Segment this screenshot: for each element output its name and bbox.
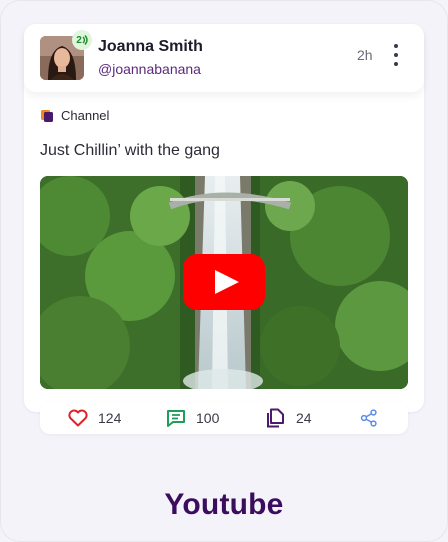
comment-button[interactable]: 100 bbox=[166, 408, 219, 428]
post-time: 2h bbox=[357, 47, 373, 63]
author-name[interactable]: Joanna Smith bbox=[98, 38, 203, 56]
status-badge: 2 bbox=[72, 30, 92, 50]
copy-icon bbox=[267, 408, 284, 428]
post-header: 2 Joanna Smith @joannabanana 2h bbox=[24, 24, 424, 92]
copy-button[interactable]: 24 bbox=[266, 408, 312, 428]
channel-icon bbox=[41, 109, 53, 122]
author-handle[interactable]: @joannabanana bbox=[98, 61, 201, 77]
platform-title: Youtube bbox=[164, 488, 284, 521]
like-count: 124 bbox=[98, 410, 122, 426]
action-bar: 124 100 24 bbox=[40, 402, 408, 434]
share-icon bbox=[360, 409, 377, 427]
comment-icon bbox=[167, 410, 185, 427]
heart-icon bbox=[68, 409, 88, 427]
post-card: 2 Joanna Smith @joannabanana 2h Channel … bbox=[24, 24, 424, 412]
post-text: Just Chillin’ with the gang bbox=[40, 142, 220, 159]
comment-count: 100 bbox=[196, 410, 220, 426]
copy-count: 24 bbox=[296, 410, 312, 426]
wave-icon bbox=[82, 35, 88, 45]
like-button[interactable]: 124 bbox=[68, 408, 121, 428]
video-thumbnail[interactable] bbox=[40, 176, 408, 389]
share-button[interactable] bbox=[360, 408, 378, 428]
channel-tag[interactable]: Channel bbox=[40, 108, 109, 123]
channel-label: Channel bbox=[61, 108, 110, 123]
youtube-play-icon[interactable] bbox=[183, 254, 265, 310]
more-vertical-icon[interactable] bbox=[390, 44, 402, 66]
